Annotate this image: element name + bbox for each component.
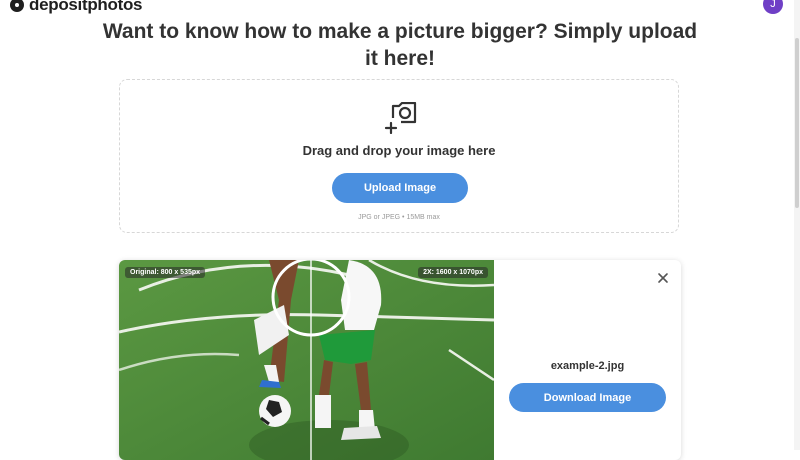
result-card: Original: 800 x 535px 2X: 1600 x 1070px …	[119, 260, 681, 460]
dropzone-title: Drag and drop your image here	[302, 143, 496, 158]
scrollbar[interactable]	[794, 0, 800, 450]
upload-image-button[interactable]: Upload Image	[332, 173, 468, 203]
original-size-badge: Original: 800 x 535px	[125, 267, 206, 278]
logo-mark-icon	[10, 0, 24, 12]
scrollbar-thumb[interactable]	[795, 38, 799, 208]
page-headline: Want to know how to make a picture bigge…	[102, 20, 698, 70]
avatar[interactable]: J	[763, 0, 783, 14]
logo-text: depositphotos	[29, 0, 143, 14]
upscaled-size-badge: 2X: 1600 x 1070px	[418, 267, 488, 278]
close-icon[interactable]	[657, 272, 669, 284]
upload-dropzone[interactable]: Drag and drop your image here Upload Ima…	[119, 79, 679, 233]
add-photo-icon	[384, 102, 417, 134]
file-name: example-2.jpg	[550, 360, 625, 372]
comparison-preview[interactable]: Original: 800 x 535px 2X: 1600 x 1070px	[119, 260, 494, 460]
file-requirements: JPG or JPEG • 15MB max	[358, 214, 440, 221]
preview-image	[119, 260, 494, 460]
download-image-button[interactable]: Download Image	[509, 383, 666, 412]
logo[interactable]: depositphotos	[10, 0, 143, 14]
